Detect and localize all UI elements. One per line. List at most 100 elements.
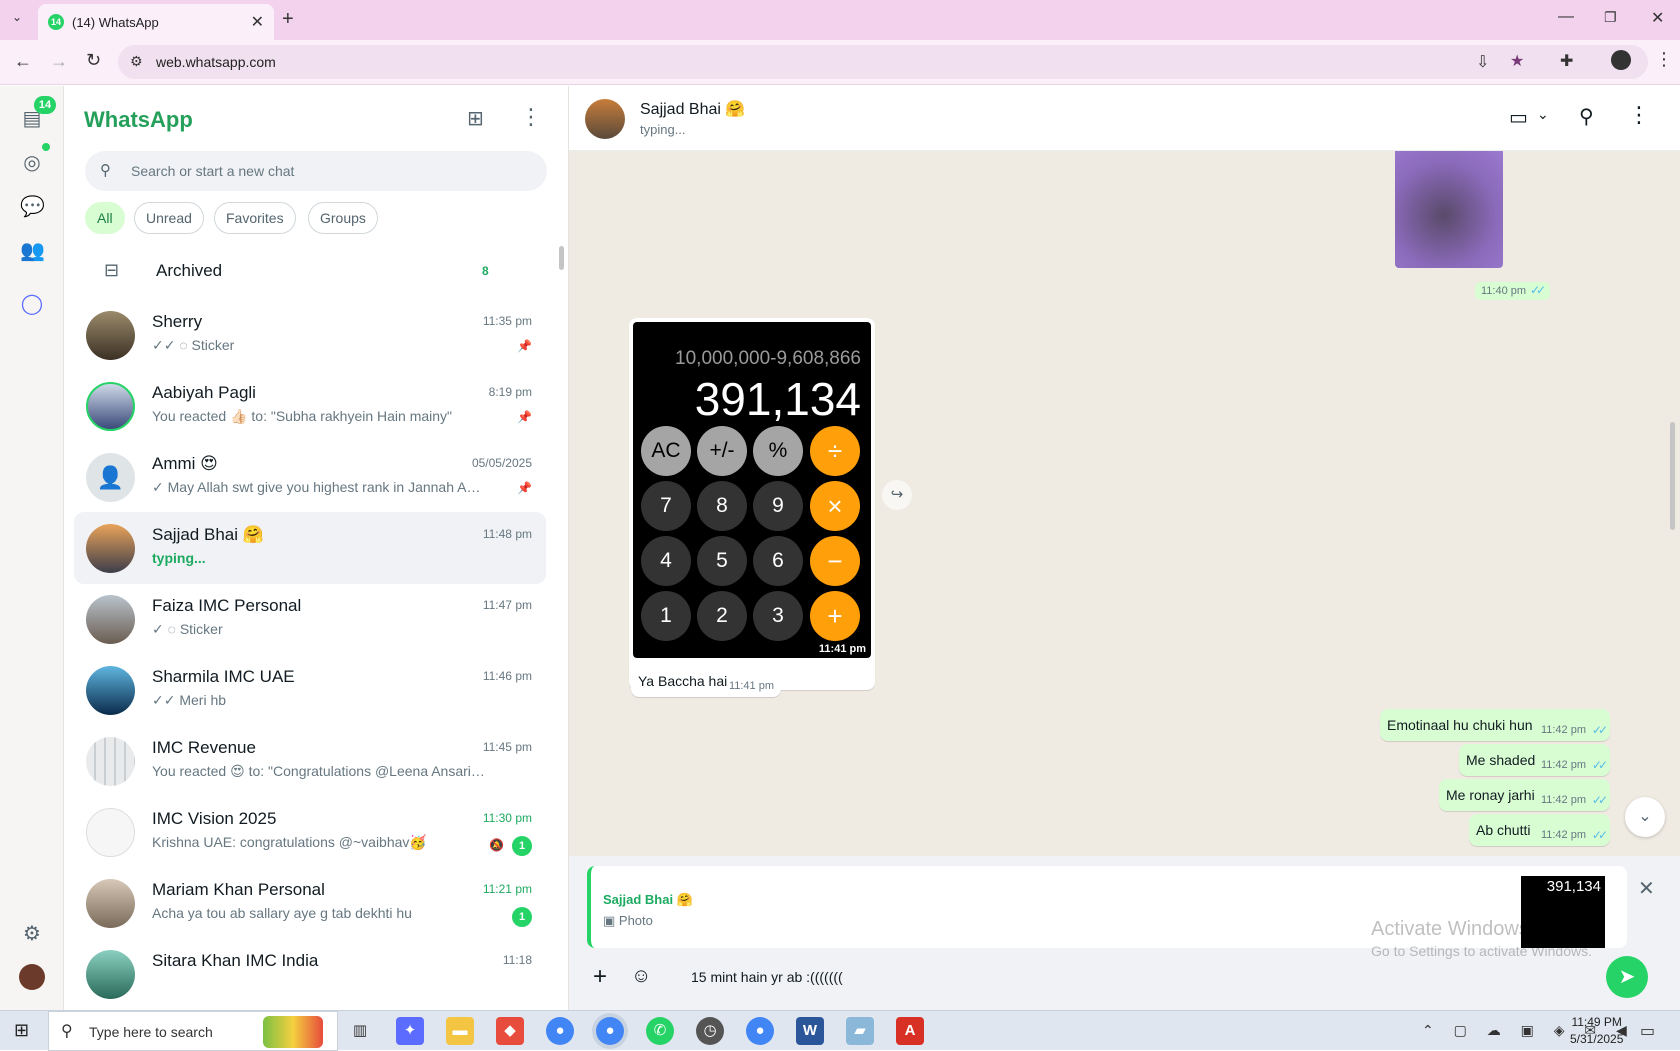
search-in-chat-icon[interactable]: ⚲	[1579, 104, 1594, 129]
message-bubble-out[interactable]: Me ronay jarhi 11:42 pm ✓✓	[1439, 779, 1610, 811]
message-bubble-out[interactable]: Me shaded 11:42 pm ✓✓	[1459, 744, 1610, 776]
close-reply-icon[interactable]: ✕	[1638, 876, 1655, 901]
chat-item-ammi[interactable]: 👤 Ammi 😍 ✓ May Allah swt give you highes…	[74, 441, 546, 513]
tab-list-chevron-icon[interactable]: ⌄	[12, 10, 22, 24]
video-call-icon[interactable]: ▭	[1509, 105, 1528, 130]
notifications-icon[interactable]: ▭	[1640, 1021, 1655, 1041]
filter-all[interactable]: All	[85, 202, 125, 234]
app-icon[interactable]: ◆	[496, 1017, 524, 1045]
back-icon[interactable]: ←	[14, 51, 32, 72]
contact-name[interactable]: Sajjad Bhai 🤗	[640, 99, 745, 119]
chrome-profile-icon[interactable]: ●	[746, 1017, 774, 1045]
sticker-emoji-icon[interactable]: ☺	[631, 965, 651, 988]
conversation-scrollbar[interactable]	[1670, 422, 1675, 530]
chat-item-mariam-khan-personal[interactable]: Mariam Khan Personal Acha ya tou ab sall…	[74, 867, 546, 939]
chrome-icon[interactable]: ●	[546, 1017, 574, 1045]
chat-item-aabiyah-pagli[interactable]: Aabiyah Pagli You reacted 👍🏻 to: "Subha …	[74, 370, 546, 442]
new-chat-icon[interactable]: ⊞	[467, 106, 484, 131]
calculator-screenshot[interactable]: 10,000,000-9,608,866 391,134 AC +/- % ÷ …	[633, 322, 871, 658]
nav-rail: ▤ 14 ◎ 💬 👥 ◯ ⚙	[0, 86, 64, 1010]
omnibox[interactable]: ⚙ web.whatsapp.com ⇩ ★	[118, 45, 1648, 79]
chat-menu-icon[interactable]: ⋮	[1628, 102, 1650, 128]
chat-time: 11:48 pm	[482, 527, 532, 541]
status-icon[interactable]: ◎	[20, 151, 44, 175]
message-time: 11:42 pm	[1540, 724, 1586, 736]
calc-expression: 10,000,000-9,608,866	[675, 348, 861, 369]
chat-name: Aabiyah Pagli	[152, 383, 256, 402]
app-icon[interactable]: ▰	[846, 1017, 874, 1045]
chat-item-sherry[interactable]: Sherry ✓✓ ◌ Sticker 11:35 pm 📌	[74, 299, 546, 371]
bookmark-star-icon[interactable]: ★	[1510, 51, 1524, 71]
browser-tab[interactable]: 14 (14) WhatsApp ✕	[38, 4, 274, 40]
chat-item-faiza-imc-personal[interactable]: Faiza IMC Personal ✓ ◌ Sticker 11:47 pm	[74, 583, 546, 655]
taskbar-search[interactable]: ⚲ Type here to search	[48, 1011, 338, 1051]
communities-icon[interactable]: 👥	[20, 239, 45, 263]
chat-name: Sitara Khan IMC India	[152, 951, 319, 970]
chats-unread-badge: 14	[34, 96, 56, 114]
minimize-icon[interactable]: —	[1558, 8, 1574, 26]
chat-item-sajjad-bhai[interactable]: Sajjad Bhai 🤗 typing... 11:48 pm	[74, 512, 546, 584]
chat-preview: typing...	[152, 550, 206, 566]
message-bubble-out[interactable]: Ab chutti 11:42 pm ✓✓	[1469, 814, 1610, 846]
scroll-down-icon[interactable]: ⌄	[1625, 797, 1665, 837]
restore-icon[interactable]: ❐	[1604, 9, 1617, 26]
close-tab-icon[interactable]: ✕	[251, 12, 264, 32]
windows-start-icon[interactable]: ⊞	[14, 1020, 29, 1041]
channels-icon[interactable]: 💬	[20, 195, 45, 219]
attach-plus-icon[interactable]: +	[593, 963, 607, 991]
pdf-icon[interactable]: A	[896, 1017, 924, 1045]
chat-item-sitara-khan-imc-india[interactable]: Sitara Khan IMC India 11:18	[74, 938, 546, 1010]
menu-icon[interactable]: ⋮	[520, 104, 542, 130]
profile-avatar[interactable]	[19, 964, 45, 990]
reload-icon[interactable]: ↻	[86, 50, 101, 71]
filter-unread[interactable]: Unread	[134, 202, 204, 234]
chat-meta: 1	[512, 907, 532, 927]
forward-icon[interactable]: ↪	[882, 480, 912, 510]
extensions-icon[interactable]: ✚	[1560, 51, 1573, 71]
file-explorer-icon[interactable]: ▬	[446, 1017, 474, 1045]
chat-name: Mariam Khan Personal	[152, 880, 325, 899]
message-bubble-out[interactable]: Emotinaal hu chuki hun 11:42 pm ✓✓	[1380, 709, 1610, 741]
chat-item-imc-vision-2025[interactable]: IMC Vision 2025 Krishna UAE: congratulat…	[74, 796, 546, 868]
new-tab-icon[interactable]: +	[282, 8, 294, 31]
filter-favorites[interactable]: Favorites	[214, 202, 296, 234]
filter-groups[interactable]: Groups	[308, 202, 378, 234]
settings-icon[interactable]: ⚙	[20, 922, 44, 946]
message-bubble-in[interactable]: Ya Baccha hai 11:41 pm	[631, 665, 781, 697]
contact-avatar[interactable]	[585, 99, 625, 139]
whatsapp-icon[interactable]: ✆	[646, 1017, 674, 1045]
conversation-header[interactable]: Sajjad Bhai 🤗 typing... ▭ ⌄ ⚲ ⋮	[569, 86, 1680, 151]
chat-time: 11:47 pm	[482, 598, 532, 612]
pin-icon: 📌	[517, 339, 532, 353]
window-close-icon[interactable]: ✕	[1651, 8, 1664, 28]
meta-ai-icon[interactable]: ◯	[20, 292, 44, 316]
search-icon: ⚲	[100, 162, 111, 179]
taskbar-clock[interactable]: 11:49 PM 5/31/2025	[1570, 1014, 1623, 1048]
chrome-active-icon[interactable]: ●	[596, 1017, 624, 1045]
chat-preview: ✓ ◌ Sticker	[152, 621, 223, 637]
clock-app-icon[interactable]: ◷	[696, 1017, 724, 1045]
call-options-chevron-icon[interactable]: ⌄	[1537, 106, 1549, 123]
clock-time: 11:49 PM	[1571, 1015, 1622, 1029]
chat-time: 11:45 pm	[482, 740, 532, 754]
sent-photo[interactable]	[1395, 151, 1503, 268]
search-placeholder: Search or start a new chat	[131, 163, 295, 179]
archived-row[interactable]: ⊟ Archived 8	[64, 244, 554, 300]
message-input[interactable]: + ☺ 15 mint hain yr ab :(((((((	[587, 959, 1591, 999]
copilot-icon[interactable]: ✦	[396, 1017, 424, 1045]
send-icon[interactable]: ➤	[1606, 956, 1648, 998]
search-icon: ⚲	[61, 1023, 73, 1040]
chat-item-imc-revenue[interactable]: IMC Revenue You reacted 😍 to: "Congratul…	[74, 725, 546, 797]
profile-avatar[interactable]	[1611, 50, 1631, 70]
site-info-icon[interactable]: ⚙	[130, 53, 143, 70]
forward-icon[interactable]: →	[50, 51, 68, 72]
chat-item-sharmila-imc-uae[interactable]: Sharmila IMC UAE ✓✓ Meri hb 11:46 pm	[74, 654, 546, 726]
reply-type-label: Photo	[618, 913, 653, 928]
browser-menu-icon[interactable]: ⋮	[1655, 49, 1673, 70]
task-view-icon[interactable]: ▥	[346, 1017, 374, 1045]
word-icon[interactable]: W	[796, 1017, 824, 1045]
install-app-icon[interactable]: ⇩	[1476, 52, 1489, 72]
windows-activation-watermark: Activate Windows Go to Settings to activ…	[1371, 918, 1592, 959]
search-input[interactable]: ⚲ Search or start a new chat	[85, 151, 547, 191]
chat-list-scrollbar[interactable]	[559, 246, 564, 270]
